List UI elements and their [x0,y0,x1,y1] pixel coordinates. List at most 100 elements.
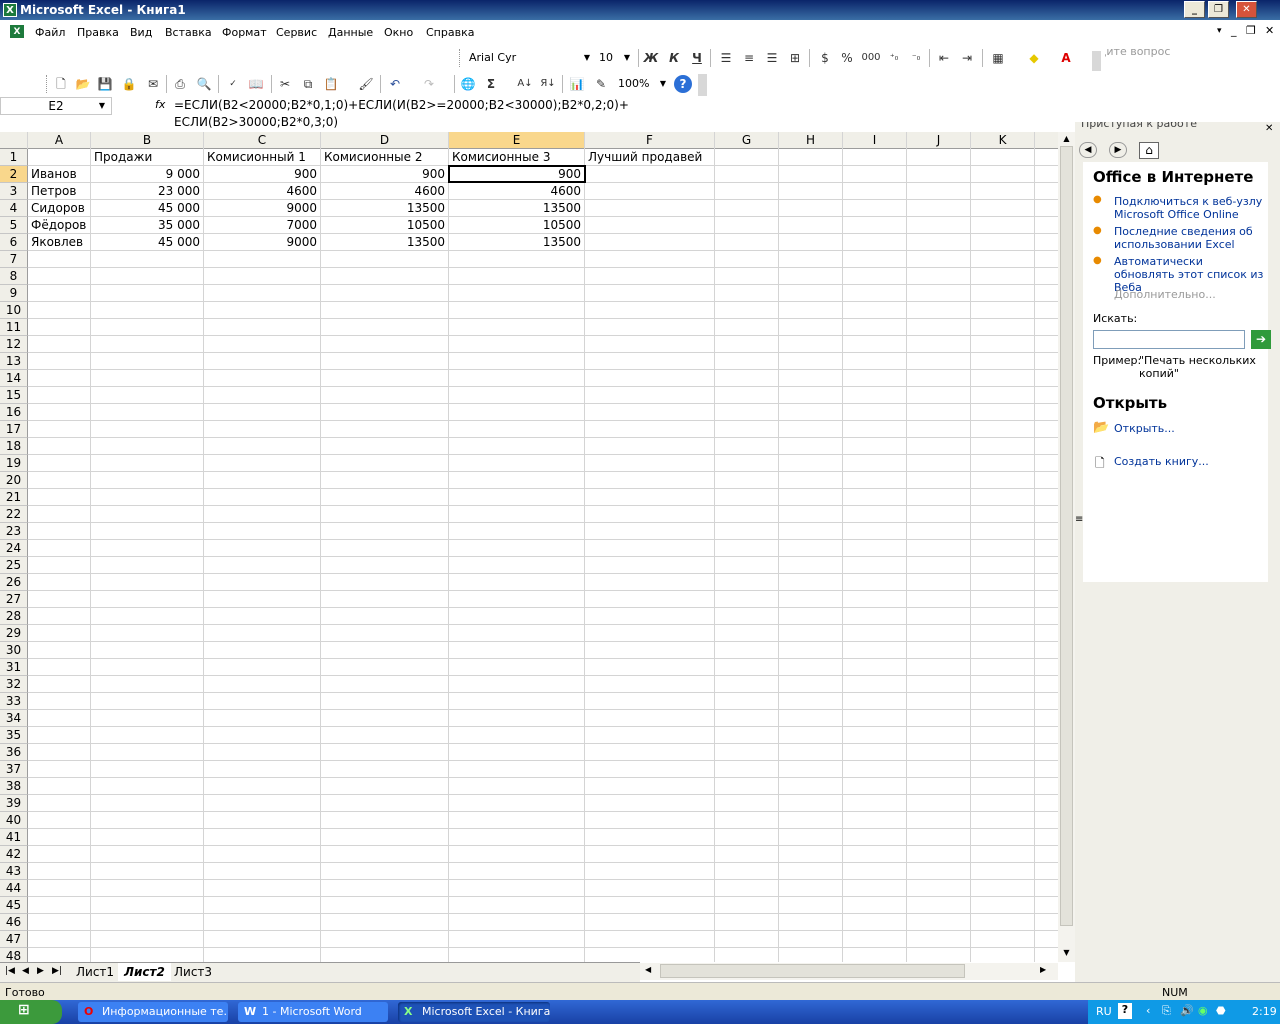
paste-icon[interactable]: 📋 [322,75,340,93]
font-size-combo[interactable]: 10 ▼ [595,49,633,67]
formula-input[interactable]: =ЕСЛИ(B2<20000;B2*0,1;0)+ЕСЛИ(И(B2>=2000… [174,97,634,131]
row-header[interactable]: 14 [0,370,28,387]
insert-function-button[interactable]: fx [155,98,165,111]
align-left-icon[interactable]: ☰ [717,49,735,67]
task-pane-close-icon[interactable]: ✕ [1265,123,1273,134]
search-input[interactable] [1093,330,1245,349]
close-button[interactable]: ✕ [1236,1,1257,18]
horizontal-scroll-thumb[interactable] [660,964,965,978]
excel-app-icon[interactable]: X [3,3,17,17]
row-header[interactable]: 38 [0,778,28,795]
row-header[interactable]: 23 [0,523,28,540]
increase-decimal-icon[interactable]: ⁺₀ [885,49,903,67]
table-cell[interactable]: 10500 [449,217,584,234]
link-more[interactable]: Дополнительно... [1114,288,1216,301]
table-cell[interactable]: 13500 [449,234,584,251]
row-header[interactable]: 11 [0,319,28,336]
column-header[interactable]: C [204,132,321,149]
table-cell[interactable]: 900 [204,166,320,183]
link-new-workbook[interactable]: Создать книгу... [1114,455,1209,468]
menu-file[interactable]: Файл [35,26,65,39]
row-header[interactable]: 32 [0,676,28,693]
select-all-corner[interactable] [0,132,28,149]
autosum-button[interactable]: Σ [482,75,500,93]
drawing-icon[interactable]: ✎ [592,75,610,93]
row-header[interactable]: 15 [0,387,28,404]
save-icon[interactable]: 💾 [96,75,114,93]
row-header[interactable]: 1 [0,149,28,166]
row-header[interactable]: 26 [0,574,28,591]
decrease-decimal-icon[interactable]: ⁻₀ [907,49,925,67]
search-go-icon[interactable]: ➔ [1251,330,1271,349]
print-icon[interactable]: ⎙ [171,75,189,93]
column-header[interactable]: A [28,132,91,149]
table-cell[interactable]: 45 000 [91,234,203,251]
link-connect-office-online[interactable]: Подключиться к веб-узлу Microsoft Office… [1114,195,1264,221]
help-icon[interactable]: ? [674,75,692,93]
row-header[interactable]: 34 [0,710,28,727]
sheet-tab-1[interactable]: Лист1 [70,963,120,981]
italic-button[interactable]: К [665,49,683,67]
email-icon[interactable]: ✉ [144,75,162,93]
toolbar-grip[interactable] [459,49,462,67]
menu-help[interactable]: Справка [426,26,474,39]
table-cell[interactable]: 35 000 [91,217,203,234]
font-name-combo[interactable]: Arial Cyr ▼ [465,49,593,67]
taskbar-word[interactable]: W 1 - Microsoft Word [238,1002,388,1022]
column-header[interactable]: G [715,132,779,149]
column-header[interactable]: K [971,132,1035,149]
language-help-icon[interactable]: ? [1118,1003,1132,1019]
row-header[interactable]: 42 [0,846,28,863]
table-cell[interactable]: 9 000 [91,166,203,183]
row-header[interactable]: 20 [0,472,28,489]
row-header[interactable]: 43 [0,863,28,880]
menu-data[interactable]: Данные [328,26,373,39]
header-cell[interactable]: Продажи [91,149,203,166]
column-header[interactable]: L [1035,132,1058,149]
table-cell[interactable]: 4600 [449,183,584,200]
column-header[interactable]: I [843,132,907,149]
row-header[interactable]: 47 [0,931,28,948]
toolbar-options-icon[interactable] [698,74,707,96]
row-header[interactable]: 25 [0,557,28,574]
back-icon[interactable]: ◀ [1079,142,1097,158]
row-header[interactable]: 9 [0,285,28,302]
underline-button[interactable]: Ч [688,49,706,67]
header-cell[interactable]: Лучший продавей [585,149,714,166]
row-header[interactable]: 27 [0,591,28,608]
column-header[interactable]: D [321,132,449,149]
bold-button[interactable]: Ж [642,49,660,67]
decrease-indent-icon[interactable]: ⇤ [935,49,953,67]
sheet-tab-3[interactable]: Лист3 [168,963,218,981]
vertical-scrollbar[interactable]: ▲ ▼ [1058,132,1075,962]
table-cell[interactable]: 4600 [321,183,448,200]
row-header[interactable]: 33 [0,693,28,710]
menu-insert[interactable]: Вставка [165,26,212,39]
doc-close-button[interactable]: ✕ [1265,24,1274,37]
start-button[interactable]: ⊞ [0,1000,62,1024]
row-header[interactable]: 31 [0,659,28,676]
tray-app-icon-2[interactable]: ⬣ [1216,1004,1226,1017]
link-latest-news[interactable]: Последние сведения об использовании Exce… [1114,225,1264,251]
row-header[interactable]: 4 [0,200,28,217]
toolbar-grip[interactable] [46,75,49,93]
column-header[interactable]: F [585,132,715,149]
permission-icon[interactable]: 🔒 [120,75,138,93]
fill-color-icon[interactable]: ◆ [1025,49,1043,67]
column-header[interactable]: B [91,132,204,149]
row-header[interactable]: 16 [0,404,28,421]
home-icon[interactable]: ⌂ [1139,142,1159,159]
table-cell[interactable]: 4600 [204,183,320,200]
minimize-button[interactable]: _ [1184,1,1205,18]
print-preview-icon[interactable]: 🔍 [195,75,213,93]
toolbar-options-icon[interactable] [1092,51,1101,71]
currency-icon[interactable]: $ [816,49,834,67]
table-cell[interactable]: 45 000 [91,200,203,217]
merge-center-icon[interactable]: ⊞ [786,49,804,67]
align-right-icon[interactable]: ☰ [763,49,781,67]
doc-restore-button[interactable]: ❐ [1246,24,1256,37]
research-icon[interactable]: 📖 [247,75,265,93]
table-cell[interactable]: 23 000 [91,183,203,200]
row-header[interactable]: 18 [0,438,28,455]
table-cell[interactable]: 13500 [321,234,448,251]
